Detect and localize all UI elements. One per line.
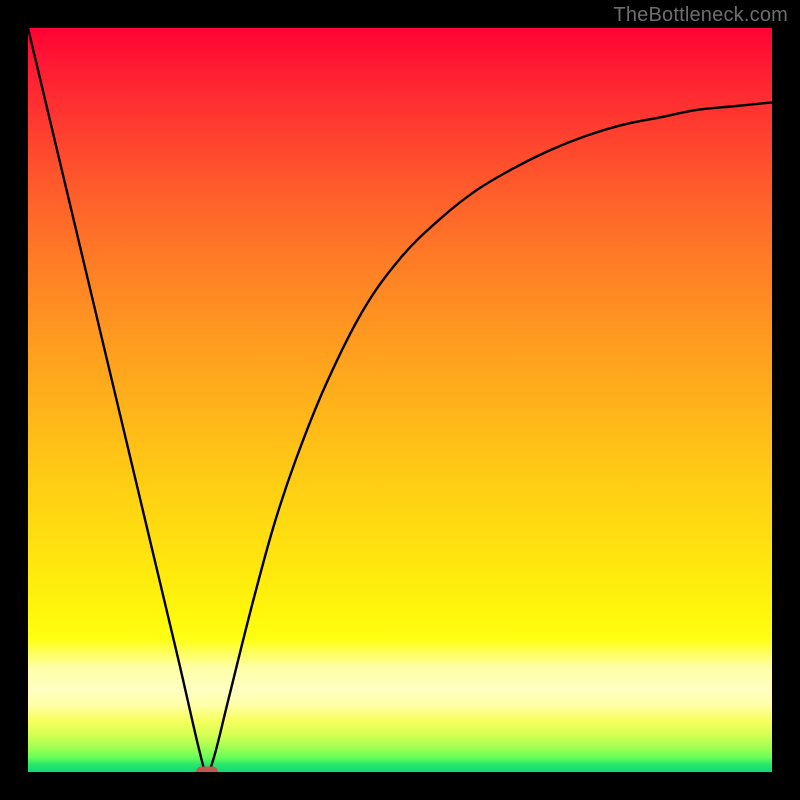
curve-svg: [28, 28, 772, 772]
chart-frame: TheBottleneck.com: [0, 0, 800, 800]
bottleneck-curve: [28, 28, 772, 772]
watermark-text: TheBottleneck.com: [613, 4, 788, 27]
minimum-marker: [196, 767, 218, 773]
plot-area: [28, 28, 772, 772]
